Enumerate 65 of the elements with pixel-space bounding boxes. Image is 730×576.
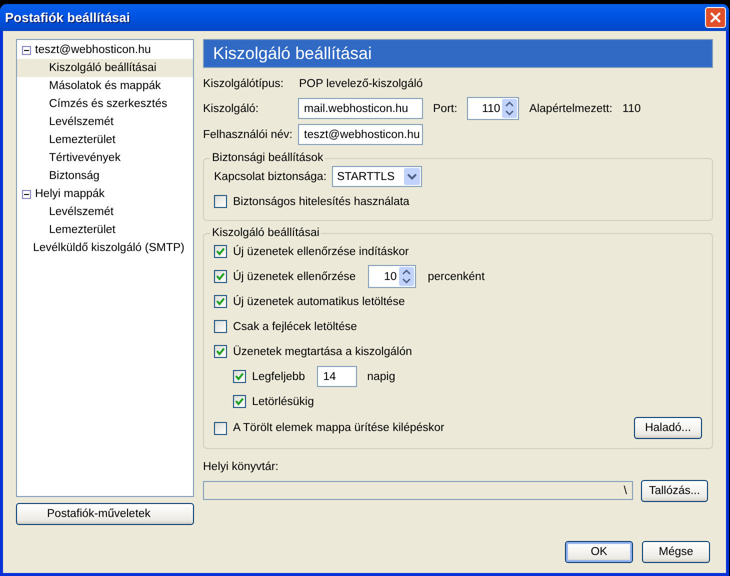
- field-label: Alapértelmezett:: [529, 102, 612, 114]
- dialog-button[interactable]: OK: [565, 541, 633, 563]
- tree-item[interactable]: Másolatok és mappák: [17, 77, 193, 95]
- checkbox[interactable]: [233, 370, 246, 383]
- checkbox[interactable]: [214, 195, 227, 208]
- panel-header: Kiszolgáló beállításai: [203, 39, 713, 68]
- unit-label: percenként: [428, 270, 485, 282]
- spin-field[interactable]: 10: [368, 265, 416, 288]
- tree-item[interactable]: Levélszemét: [17, 203, 193, 221]
- field-label: Kiszolgáló:: [203, 102, 260, 114]
- group-title: Kiszolgáló beállításai: [211, 227, 320, 239]
- checkbox-label: Legfeljebb: [252, 370, 306, 382]
- checkbox[interactable]: [214, 345, 227, 358]
- server-field[interactable]: mail.webhosticon.hu: [298, 98, 423, 119]
- input-field[interactable]: 14: [317, 366, 358, 387]
- collapse-icon[interactable]: [22, 46, 31, 54]
- tree-item[interactable]: Címzés és szerkesztés: [17, 95, 193, 113]
- port-value: 110: [482, 102, 500, 114]
- close-button[interactable]: [705, 7, 726, 28]
- tree-item[interactable]: Levélküldő kiszolgáló (SMTP): [17, 239, 193, 257]
- collapse-icon[interactable]: [22, 190, 31, 198]
- checkbox[interactable]: [214, 320, 227, 333]
- spin-value: 10: [384, 270, 397, 282]
- checkbox-label: Biztonságos hitelesítés használata: [233, 196, 410, 208]
- checkbox[interactable]: [214, 422, 227, 434]
- tree-item[interactable]: Biztonság: [17, 167, 193, 185]
- checkbox-label: Letörlésükig: [252, 396, 314, 408]
- field-label: Kiszolgálótípus:: [203, 78, 285, 90]
- tree-item[interactable]: Tértivevények: [17, 149, 193, 167]
- tree-item[interactable]: Levélszemét: [17, 113, 193, 131]
- field-label: Felhasználói név:: [203, 128, 294, 140]
- checkbox[interactable]: [214, 245, 227, 258]
- spin-arrows-icon[interactable]: [398, 267, 414, 286]
- tree-item[interactable]: Lemezterület: [17, 221, 193, 239]
- advanced-button[interactable]: Haladó...: [634, 417, 702, 439]
- checkbox-label: Új üzenetek ellenőrzése indításkor: [233, 246, 409, 258]
- checkbox[interactable]: [214, 295, 227, 308]
- account-actions-button[interactable]: Postafiók-műveletek: [16, 503, 194, 525]
- tree-item[interactable]: Lemezterület: [17, 131, 193, 149]
- checkbox-label: Új üzenetek ellenőrzése: [233, 270, 356, 282]
- checkbox[interactable]: [233, 395, 246, 408]
- username-field[interactable]: teszt@webhosticon.hu: [298, 124, 423, 145]
- field-label: Kapcsolat biztonsága:: [214, 170, 328, 182]
- group-title: Biztonsági beállítások: [211, 152, 324, 164]
- checkbox-label: Csak a fejlécek letöltése: [233, 320, 358, 332]
- checkbox[interactable]: [214, 270, 227, 283]
- port-field[interactable]: 110: [467, 97, 520, 120]
- spin-arrows-icon[interactable]: [502, 99, 518, 118]
- window-title: Postafiók beállításai: [5, 10, 130, 25]
- security-dropdown[interactable]: STARTTLS: [332, 166, 422, 187]
- tree-item[interactable]: Helyi mappák: [17, 185, 193, 203]
- directory-field[interactable]: \: [203, 481, 633, 500]
- unit-label: napig: [367, 370, 396, 382]
- browse-button[interactable]: Tallózás...: [641, 480, 708, 502]
- close-icon: [710, 12, 721, 23]
- checkbox-label: Üzenetek megtartása a kiszolgálón: [233, 346, 412, 358]
- tree-item[interactable]: teszt@webhosticon.hu: [17, 41, 193, 59]
- tree-item[interactable]: Kiszolgáló beállításai: [17, 59, 193, 77]
- field-label: Helyi könyvtár:: [203, 461, 280, 473]
- default-port: 110: [622, 102, 641, 114]
- dialog-button[interactable]: Mégse: [642, 541, 710, 563]
- checkbox-label: Új üzenetek automatikus letöltése: [233, 296, 405, 308]
- checkbox-label: A Törölt elemek mappa ürítése kilépéskor: [233, 422, 444, 434]
- field-label: Port:: [433, 102, 458, 114]
- server-type: POP levelező-kiszolgáló: [299, 78, 423, 90]
